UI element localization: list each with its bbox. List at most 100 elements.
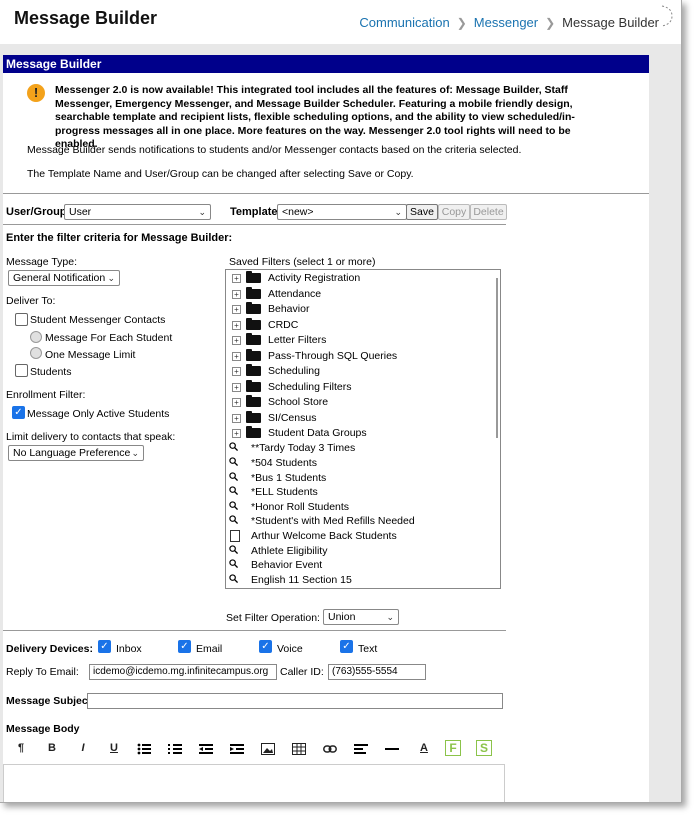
bullet-list-icon[interactable] (137, 743, 151, 755)
info-text-2: The Template Name and User/Group can be … (27, 168, 414, 180)
folder-label: Behavior (268, 303, 310, 315)
filter-operation-select[interactable]: Union ⌄ (323, 609, 399, 625)
expand-icon[interactable]: + (232, 336, 241, 345)
expand-icon[interactable]: + (232, 320, 241, 330)
expand-icon[interactable]: + (232, 305, 241, 314)
filter-label: Arthur Welcome Back Students (251, 530, 397, 542)
user-group-select[interactable]: User ⌄ (64, 204, 211, 220)
message-each-student-radio[interactable] (30, 331, 42, 343)
reply-to-email-input[interactable]: icdemo@icdemo.mg.infinitecampus.org (89, 664, 277, 680)
email-checkbox[interactable]: ✓ (178, 640, 191, 653)
expand-icon[interactable]: + (232, 429, 241, 438)
folder-label: SI/Census (268, 411, 317, 424)
outdent-icon[interactable] (199, 743, 213, 755)
expand-icon[interactable]: + (232, 274, 241, 283)
user-group-label: User/Group (6, 206, 67, 218)
filter-heading: Enter the filter criteria for Message Bu… (6, 232, 233, 244)
filter-label: Athlete Eligibility (251, 544, 328, 557)
folder-label: Activity Registration (268, 272, 361, 284)
breadcrumb-current: Message Builder (562, 15, 659, 30)
reply-to-label: Reply To Email: (6, 666, 79, 678)
top-bar: Message Builder Communication ❯ Messenge… (0, 0, 681, 44)
folder-icon (246, 395, 261, 407)
inbox-checkbox[interactable]: ✓ (98, 640, 111, 653)
search-icon (229, 515, 238, 524)
filter-label: Behavior Event (251, 559, 323, 571)
breadcrumb-messenger[interactable]: Messenger (474, 15, 538, 30)
expand-icon[interactable]: + (232, 367, 241, 376)
language-label: Limit delivery to contacts that speak: (6, 431, 176, 443)
horizontal-rule-icon[interactable] (385, 743, 399, 755)
image-icon[interactable] (261, 743, 275, 755)
paragraph-icon[interactable]: ¶ (13, 742, 29, 754)
expand-icon[interactable]: + (232, 289, 241, 299)
underline-button[interactable]: U (106, 742, 122, 754)
language-select[interactable]: No Language Preference ⌄ (8, 445, 144, 461)
saved-filters-list[interactable]: + Activity Registration + Attendance + Beha… (225, 269, 501, 589)
search-icon (229, 442, 238, 451)
folder-icon (246, 333, 261, 345)
active-students-label: Message Only Active Students (27, 408, 170, 420)
expand-icon[interactable]: + (232, 351, 241, 361)
message-type-label: Message Type: (6, 256, 78, 268)
voice-checkbox[interactable]: ✓ (259, 640, 272, 653)
scrollbar[interactable] (496, 278, 498, 438)
folder-label: Pass-Through SQL Queries (268, 349, 398, 362)
folder-label: Student Data Groups (268, 427, 367, 439)
folder-icon (246, 286, 261, 299)
one-message-limit-radio[interactable] (30, 347, 42, 359)
document-icon (230, 530, 240, 542)
message-builder-panel: Message Builder ! Messenger 2.0 is now a… (3, 55, 649, 802)
filter-label: English 11 Section 15 (251, 573, 352, 586)
delivery-devices-label: Delivery Devices: (6, 643, 93, 655)
panel-header: Message Builder (3, 55, 649, 73)
expand-icon[interactable]: + (232, 398, 241, 407)
student-messenger-contacts-checkbox[interactable] (15, 313, 28, 326)
template-select[interactable]: <new> ⌄ (277, 204, 407, 220)
folder-icon (246, 271, 261, 283)
folder-label: Scheduling Filters (268, 380, 352, 393)
chevron-down-icon: ⌄ (198, 207, 206, 217)
deliver-to-label: Deliver To: (6, 295, 56, 307)
f-button[interactable]: F (445, 740, 461, 756)
save-button[interactable]: Save (406, 204, 438, 220)
window-frame: Message Builder Communication ❯ Messenge… (0, 0, 682, 803)
breadcrumb-communication[interactable]: Communication (359, 15, 449, 30)
active-students-checkbox[interactable]: ✓ (12, 406, 25, 419)
warning-icon: ! (27, 84, 45, 102)
message-type-select[interactable]: General Notification ⌄ (8, 270, 120, 286)
search-icon (229, 544, 238, 554)
delete-button[interactable]: Delete (470, 204, 507, 220)
students-label: Students (30, 366, 72, 378)
text-checkbox[interactable]: ✓ (340, 640, 353, 653)
chevron-down-icon: ⌄ (386, 612, 394, 622)
message-subject-label: Message Subject (6, 695, 92, 707)
message-body-editor[interactable] (3, 764, 505, 802)
table-icon[interactable] (292, 743, 306, 755)
caller-id-input[interactable]: (763)555-5554 (328, 664, 426, 680)
font-color-button[interactable]: A (416, 742, 432, 754)
italic-button[interactable]: I (75, 742, 91, 754)
expand-icon[interactable]: + (232, 413, 241, 423)
copy-button[interactable]: Copy (438, 204, 470, 220)
bold-button[interactable]: B (44, 742, 60, 754)
breadcrumb: Communication ❯ Messenger ❯ Message Buil… (359, 15, 659, 30)
s-button[interactable]: S (476, 740, 492, 756)
divider (3, 224, 506, 225)
expand-icon[interactable]: + (232, 382, 241, 392)
messenger-notice: Messenger 2.0 is now available! This int… (55, 84, 575, 150)
link-icon[interactable] (323, 744, 337, 754)
indent-icon[interactable] (230, 743, 244, 755)
students-checkbox[interactable] (15, 364, 28, 377)
folder-icon (246, 302, 261, 314)
chevron-right-icon: ❯ (456, 15, 467, 30)
message-subject-input[interactable] (87, 693, 503, 709)
chevron-right-icon: ❯ (545, 15, 556, 30)
user-group-value: User (69, 206, 92, 218)
numbered-list-icon[interactable] (168, 743, 182, 755)
align-left-icon[interactable] (354, 743, 368, 755)
folder-icon (246, 364, 261, 376)
message-type-value: General Notification (13, 272, 106, 284)
resize-handle-icon (661, 5, 673, 27)
chevron-down-icon: ⌄ (394, 207, 402, 217)
